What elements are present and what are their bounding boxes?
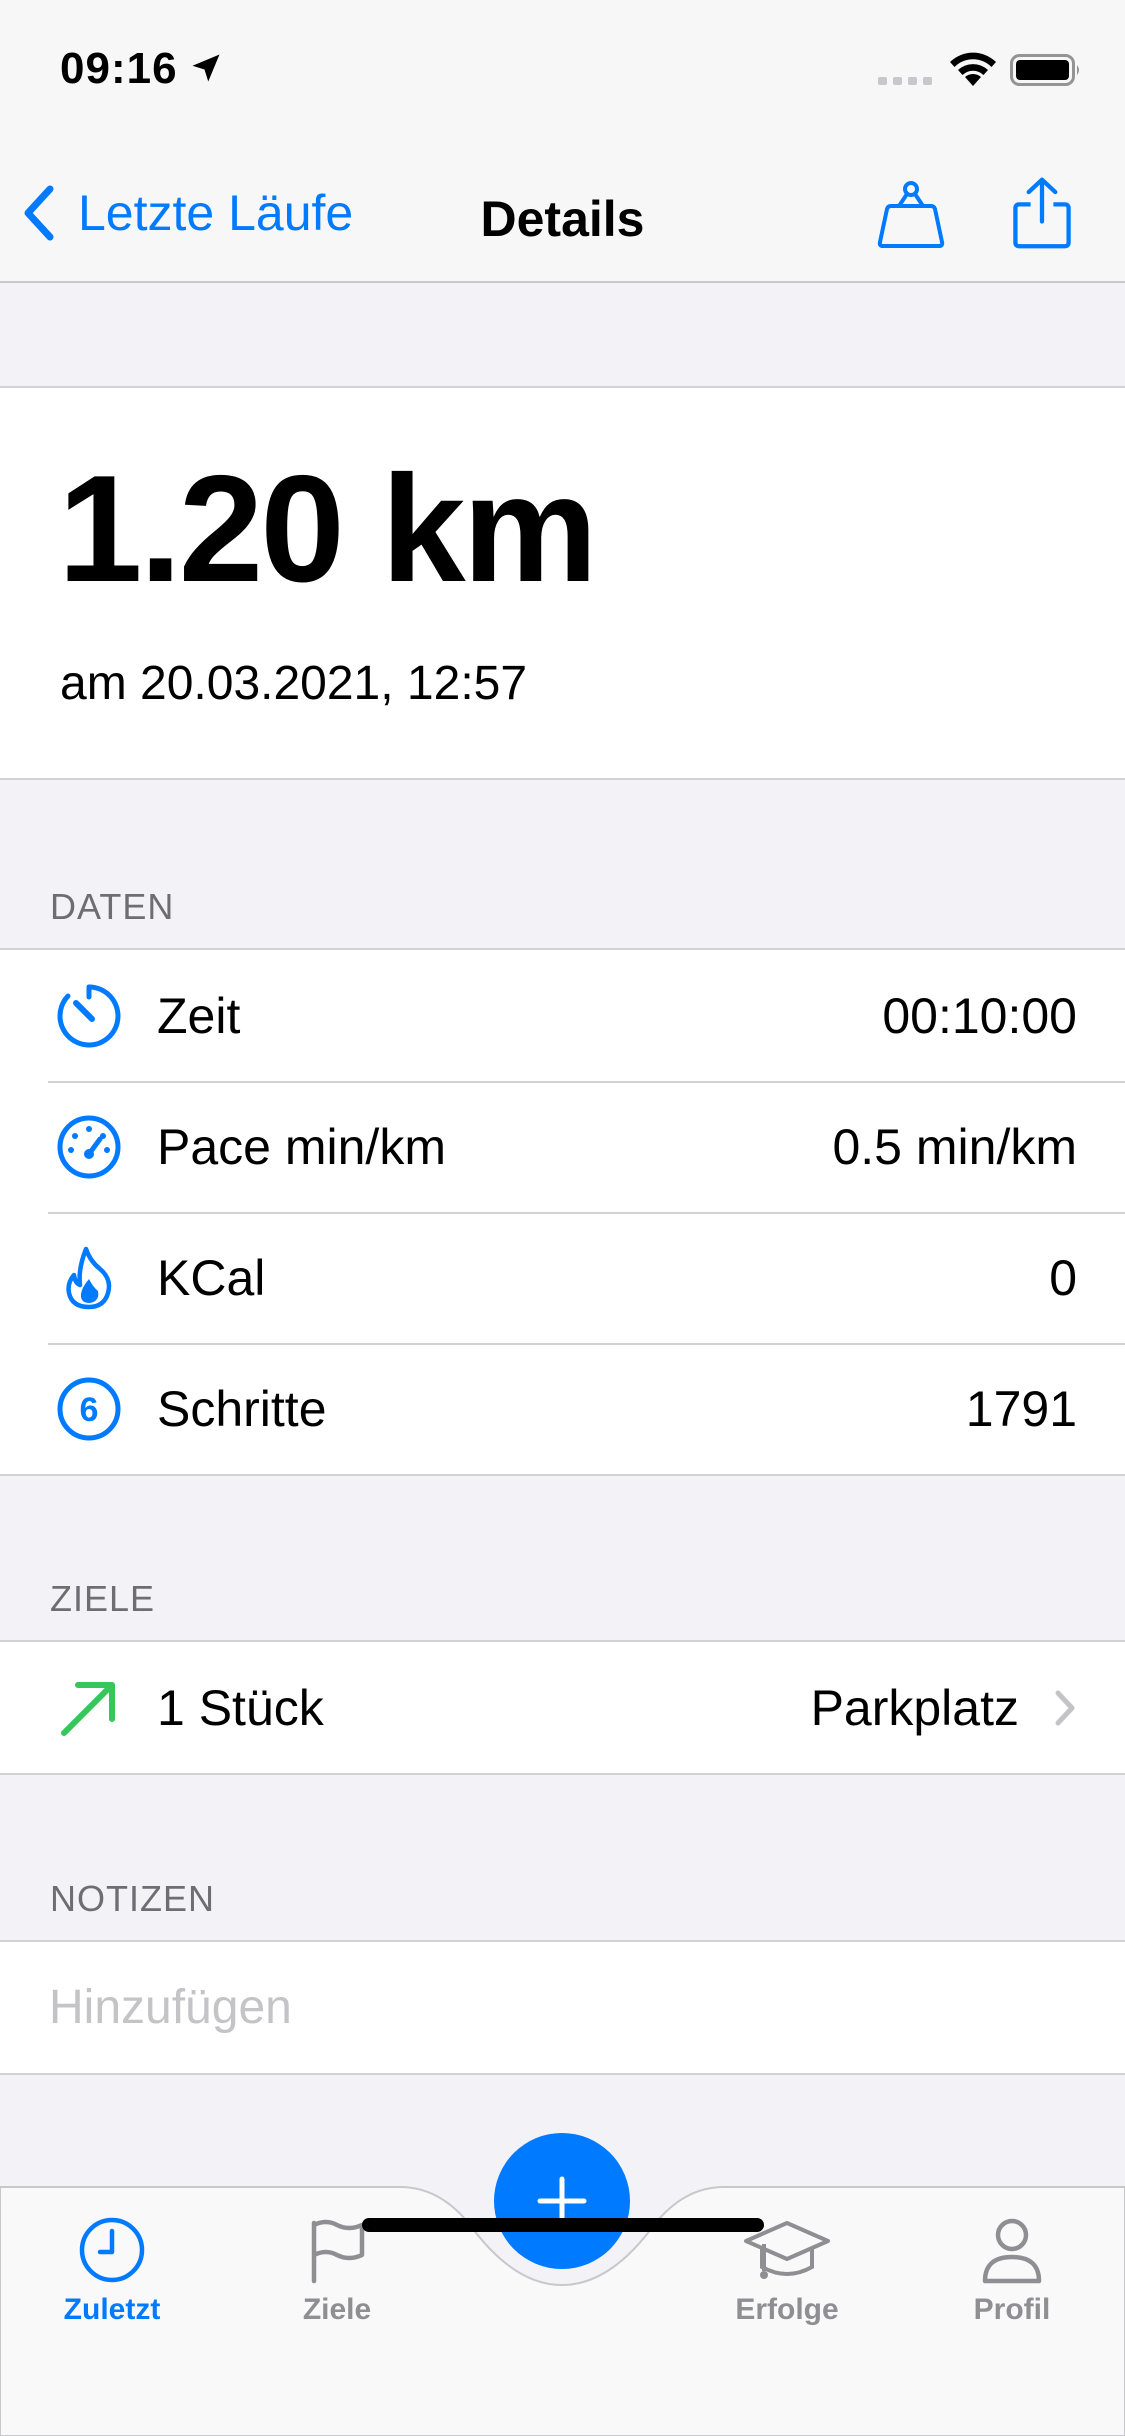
goal-row-label: 1 Stück (157, 1679, 324, 1736)
notes-input[interactable]: Hinzufügen (0, 1942, 1125, 2073)
section-header-data: DATEN (50, 886, 175, 927)
timer-icon (57, 984, 121, 1048)
data-row-time: Zeit 00:10:00 (0, 950, 1125, 1081)
location-arrow-icon (192, 54, 220, 82)
scale-weight-icon[interactable] (873, 178, 949, 254)
data-row-label: Zeit (157, 987, 241, 1044)
data-row-value: 0 (1049, 1249, 1077, 1306)
navigation-bar: Letzte Läufe Details (0, 140, 1125, 283)
data-row-value: 0.5 min/km (832, 1118, 1077, 1175)
home-indicator (362, 2218, 764, 2232)
notes-group: Hinzufügen (0, 1940, 1125, 2075)
signal-icon (878, 77, 932, 85)
notes-placeholder: Hinzufügen (49, 1981, 292, 2034)
run-distance: 1.20 km (58, 444, 598, 614)
flame-icon (66, 1246, 112, 1310)
tab-label: Zuletzt (63, 2293, 161, 2326)
data-row-label: Pace min/km (157, 1118, 446, 1175)
arrow-up-right-icon (61, 1682, 115, 1736)
status-bar: 09:16 (0, 0, 1125, 140)
share-icon[interactable] (1004, 174, 1080, 250)
goal-row[interactable]: 1 Stück Parkplatz (0, 1642, 1125, 1773)
tab-label: Erfolge (735, 2293, 839, 2326)
battery-icon (1010, 54, 1079, 86)
tab-recent[interactable]: Zuletzt (22, 2215, 202, 2355)
section-header-goals: ZIELE (50, 1578, 156, 1619)
tab-achievements[interactable]: Erfolge (697, 2215, 877, 2355)
wifi-icon (950, 52, 996, 86)
data-row-label: Schritte (157, 1380, 327, 1437)
data-row-steps: 6 Schritte 1791 (0, 1343, 1125, 1474)
screen: 09:16 Letzte Läufe Details 1.20 km am 20… (0, 0, 1125, 2436)
person-icon (982, 2218, 1042, 2284)
number-6-circle-icon: 6 (57, 1377, 121, 1441)
speedometer-icon (57, 1115, 121, 1179)
run-date: am 20.03.2021, 12:57 (60, 657, 528, 710)
tab-label: Ziele (302, 2293, 372, 2326)
data-row-value: 00:10:00 (882, 987, 1077, 1044)
status-time: 09:16 (60, 44, 178, 93)
data-group: Zeit 00:10:00 Pace min/km 0.5 min/km KCa… (0, 948, 1125, 1476)
add-run-button[interactable] (494, 2133, 630, 2269)
page-title: Details (480, 191, 645, 247)
goals-group: 1 Stück Parkplatz (0, 1640, 1125, 1775)
tab-goals[interactable]: Ziele (247, 2215, 427, 2355)
run-summary: 1.20 km am 20.03.2021, 12:57 (0, 386, 1125, 780)
data-row-kcal: KCal 0 (0, 1212, 1125, 1343)
tab-label: Profil (973, 2293, 1051, 2326)
tab-profile[interactable]: Profil (922, 2215, 1102, 2355)
data-row-pace: Pace min/km 0.5 min/km (0, 1081, 1125, 1212)
section-header-notes: NOTIZEN (50, 1878, 215, 1919)
goal-row-value: Parkplatz (810, 1679, 1019, 1736)
data-row-label: KCal (157, 1249, 266, 1306)
chevron-right-icon (1055, 1690, 1075, 1726)
data-row-value: 1791 (965, 1380, 1077, 1437)
svg-text:6: 6 (80, 1391, 99, 1429)
clock-icon (79, 2217, 145, 2283)
